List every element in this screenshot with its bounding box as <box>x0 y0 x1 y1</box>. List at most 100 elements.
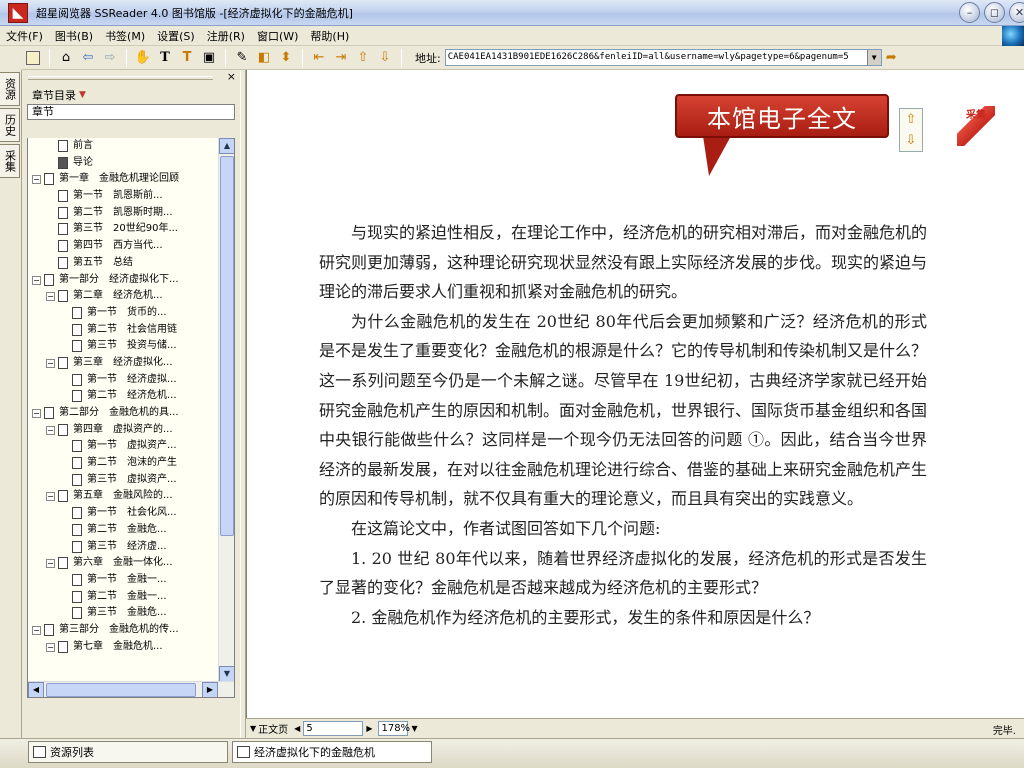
document-page[interactable]: 本馆电子全文 ⇧ ⇩ 采集 与现实的紧迫性相反，在理论工作中，经济危机的研究相对… <box>246 70 1024 718</box>
tree-item[interactable]: 第二节 泡沫的产生 <box>28 455 234 472</box>
tree-item[interactable]: 第三节 投资与储... <box>28 338 234 355</box>
tree-item[interactable]: 第四节 西方当代... <box>28 238 234 255</box>
page-down-icon[interactable]: ⇩ <box>375 48 395 68</box>
menu-help[interactable]: 帮助(H) <box>304 28 355 44</box>
scroll-left-icon[interactable]: ◀ <box>28 682 44 697</box>
tree-toggle-icon[interactable]: − <box>46 559 55 569</box>
menu-register[interactable]: 注册(R) <box>201 28 251 44</box>
tree-item[interactable]: 第一节 虚拟资产... <box>28 438 234 455</box>
page-number-input[interactable]: 5 <box>303 721 364 736</box>
first-page-icon[interactable]: ⇤ <box>309 48 329 68</box>
tree-item[interactable]: − 第五章 金融风险的... <box>28 488 234 505</box>
next-page-icon[interactable]: ▶ <box>366 724 372 733</box>
document-icon[interactable] <box>23 48 43 68</box>
tree-item[interactable]: − 第六章 金融一体化... <box>28 555 234 572</box>
tree-toggle-icon[interactable]: − <box>32 275 41 285</box>
tree-toggle-icon[interactable]: − <box>46 642 55 652</box>
menu-bookmark[interactable]: 书签(M) <box>99 28 151 44</box>
tree-item[interactable]: 第二节 凯恩斯时期... <box>28 205 234 222</box>
tree-toggle-icon[interactable]: − <box>46 292 55 302</box>
tree-item[interactable]: 第五节 总结 <box>28 255 234 272</box>
back-icon[interactable]: ⇦ <box>78 48 98 68</box>
prev-page-icon[interactable]: ◀ <box>294 724 300 733</box>
tree-toggle-icon[interactable]: − <box>46 425 55 435</box>
text-tool-icon[interactable]: T <box>155 48 175 68</box>
panel-grip[interactable] <box>28 76 213 80</box>
menu-book[interactable]: 图书(B) <box>49 28 99 44</box>
menu-window[interactable]: 窗口(W) <box>251 28 304 44</box>
last-page-icon[interactable]: ⇥ <box>331 48 351 68</box>
chevron-down-icon[interactable]: ▼ <box>866 50 881 65</box>
tree-toggle-icon[interactable]: − <box>46 492 55 502</box>
tree-toggle-icon[interactable]: − <box>32 409 41 418</box>
tree-item[interactable]: 第二节 社会信用链 <box>28 322 234 339</box>
fulltext-callout[interactable]: 本馆电子全文 <box>675 94 889 176</box>
tree-item[interactable]: 第二节 金融危... <box>28 522 234 539</box>
menu-settings[interactable]: 设置(S) <box>151 28 201 44</box>
tree-item[interactable]: − 第四章 虚拟资产的... <box>28 422 234 439</box>
tab-history[interactable]: 历史 <box>0 108 20 142</box>
tab-resource-list[interactable]: 资源列表 <box>28 741 228 763</box>
page-up-icon[interactable]: ⇧ <box>353 48 373 68</box>
tree-item[interactable]: 第三节 虚拟资产... <box>28 472 234 489</box>
minimize-button[interactable]: – <box>959 2 980 23</box>
hand-tool-icon[interactable]: ✋ <box>133 48 153 68</box>
fit-page-icon[interactable]: ⬍ <box>276 48 296 68</box>
tree-item[interactable]: 前言 <box>28 138 234 155</box>
collect-logo-icon[interactable]: 采集 <box>957 106 995 146</box>
tree-item[interactable]: 第一节 经济虚拟... <box>28 372 234 389</box>
panel-title[interactable]: 章节目录 ▼ <box>22 86 240 104</box>
tree-toggle-icon[interactable]: − <box>32 175 41 185</box>
tree-item[interactable]: 第一节 货币的... <box>28 305 234 322</box>
tree-item[interactable]: 第三节 经济虚... <box>28 539 234 556</box>
scroll-thumb[interactable] <box>220 156 234 536</box>
close-button[interactable]: ✕ <box>1009 2 1024 23</box>
scroll-right-icon[interactable]: ▶ <box>202 682 218 697</box>
page-down-icon[interactable]: ⇩ <box>900 130 922 151</box>
zoom-input[interactable]: 178% <box>378 721 410 736</box>
menu-file[interactable]: 文件(F) <box>0 28 49 44</box>
area-select-icon[interactable]: ▣ <box>199 48 219 68</box>
tree-item[interactable]: − 第三部分 金融危机的传... <box>28 622 234 639</box>
pen-icon[interactable]: ✎ <box>232 48 252 68</box>
scroll-thumb-horizontal[interactable] <box>46 683 196 697</box>
scroll-down-icon[interactable]: ▼ <box>219 666 234 682</box>
tree-item[interactable]: − 第一章 金融危机理论回顾 <box>28 171 234 188</box>
toolbar-separator <box>401 48 402 67</box>
chevron-down-icon[interactable]: ▼ <box>250 724 256 733</box>
page-mode[interactable]: 正文页 <box>258 721 288 736</box>
tree-item[interactable]: 第一节 社会化风... <box>28 505 234 522</box>
go-icon[interactable]: ➦ <box>886 50 897 65</box>
scroll-up-icon[interactable]: ▲ <box>219 138 234 154</box>
tab-open-book[interactable]: 经济虚拟化下的金融危机 <box>232 741 432 763</box>
tree-horizontal-scrollbar[interactable]: ◀ ▶ <box>28 681 234 697</box>
tree-item[interactable]: − 第七章 金融危机... <box>28 639 234 656</box>
tree-item[interactable]: − 第三章 经济虚拟化... <box>28 355 234 372</box>
tree-item[interactable]: 第二节 金融一... <box>28 589 234 606</box>
tree-toggle-icon[interactable]: − <box>32 625 41 635</box>
close-icon[interactable]: × <box>227 70 236 83</box>
tree-item[interactable]: − 第二部分 金融危机的具... <box>28 405 234 422</box>
tree-item[interactable]: 第三节 金融危... <box>28 605 234 622</box>
app-icon: ◣ <box>8 2 28 23</box>
tree-item[interactable]: 第一节 金融一... <box>28 572 234 589</box>
text-select-icon[interactable]: T <box>177 48 197 68</box>
page-number: 5 <box>306 723 313 734</box>
tree-toggle-icon[interactable]: − <box>46 358 55 368</box>
tree-item[interactable]: 第二节 经济危机... <box>28 388 234 405</box>
tab-resources[interactable]: 资源 <box>0 72 20 106</box>
address-input[interactable]: CAE041EA1431B901EDE1626C286&fenleiID=all… <box>444 49 882 66</box>
tree-item[interactable]: − 第一部分 经济虚拟化下... <box>28 272 234 289</box>
page-up-icon[interactable]: ⇧ <box>900 109 922 130</box>
tree-item[interactable]: 导论 <box>28 155 234 172</box>
tab-collect[interactable]: 采集 <box>0 144 20 178</box>
tree-vertical-scrollbar[interactable]: ▲ ▼ <box>218 138 234 682</box>
tree-item[interactable]: 第三节 20世纪90年... <box>28 221 234 238</box>
maximize-button[interactable]: ◻ <box>984 2 1005 23</box>
fit-width-icon[interactable]: ◧ <box>254 48 274 68</box>
chevron-down-icon[interactable]: ▼ <box>411 724 417 733</box>
home-icon[interactable]: ⌂ <box>56 48 76 68</box>
tree-item[interactable]: 第一节 凯恩斯前... <box>28 188 234 205</box>
forward-icon[interactable]: ⇨ <box>100 48 120 68</box>
tree-item[interactable]: − 第二章 经济危机... <box>28 288 234 305</box>
